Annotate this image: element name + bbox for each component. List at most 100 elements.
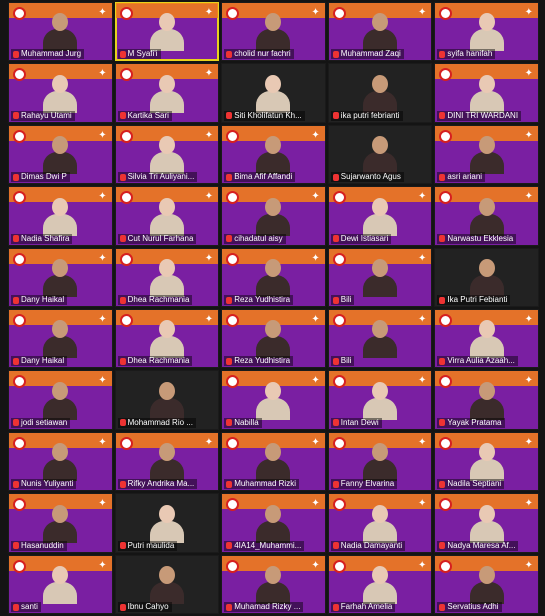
participant-head — [265, 566, 282, 584]
participant-tile[interactable]: ✦ Rahayu Utami — [8, 63, 113, 123]
participant-tile[interactable]: ✦ Muhammad Rizki — [221, 431, 326, 492]
participant-tile[interactable]: ✦ Dany Haikal — [8, 309, 113, 369]
participant-name: santi — [21, 602, 38, 611]
participant-name: Servatius Adhi — [447, 602, 499, 611]
participant-name: Muhammad Jurg — [21, 49, 82, 59]
participant-head — [372, 197, 389, 216]
participant-head — [52, 566, 69, 584]
participant-name: Dany Haikal — [21, 356, 65, 366]
garuda-emblem-icon: ✦ — [98, 375, 107, 387]
participant-name: Nabilla — [234, 417, 259, 427]
participant-tile[interactable]: ✦ Yayak Pratama — [434, 370, 539, 430]
participant-tile[interactable]: ✦ Dhea Rachmania — [114, 247, 220, 307]
participant-name-tag: Rahayu Utami — [11, 110, 75, 121]
participant-head — [478, 13, 495, 32]
participant-name-tag: Bima Afif Affandi — [224, 172, 296, 183]
participant-tile[interactable]: ✦ Nadya Maresa Af... — [434, 493, 539, 553]
participant-tile[interactable]: ✦ Dimas Dwi P — [8, 124, 113, 185]
participant-tile[interactable]: ✦ santi — [8, 554, 113, 614]
participant-tile[interactable]: ✦ Dewi Istiasari — [327, 186, 433, 246]
participant-tile[interactable]: ✦ cholid nur fachri — [221, 2, 326, 62]
participant-video — [256, 320, 291, 359]
participant-tile[interactable]: ✦ M Syafi'i — [114, 2, 220, 62]
participant-tile[interactable]: ✦ 4IA14_Muhammi... — [221, 493, 326, 553]
participant-tile[interactable]: ✦ cihadatul aisy — [221, 186, 326, 246]
participant-tile[interactable]: Ika Putri Febianti — [434, 247, 539, 307]
participant-tile[interactable]: ✦ Intan Dewi — [327, 370, 433, 430]
participant-tile[interactable]: ✦ Kartika Sari — [114, 63, 220, 123]
participant-tile[interactable]: ✦ Bima Afif Affandi — [221, 124, 326, 185]
participant-tile[interactable]: ✦ Nabilla — [221, 370, 326, 430]
participant-tile[interactable]: ✦ Rifky Andrika Ma... — [114, 431, 220, 492]
muted-mic-icon — [13, 296, 19, 304]
participant-tile[interactable]: ✦ Muhammad Jurg — [8, 2, 113, 62]
participant-tile[interactable]: ✦ syifa hanifah — [434, 2, 539, 62]
university-logo-icon — [439, 191, 453, 205]
participant-tile[interactable]: ✦ Nunis Yuliyanti — [8, 431, 113, 492]
participant-tile[interactable]: ✦ asri ariani — [434, 124, 539, 185]
participant-video — [363, 443, 398, 482]
muted-mic-icon — [332, 112, 339, 120]
participant-tile[interactable]: ✦ Fanny Elvarina — [327, 431, 433, 492]
participant-tile[interactable]: ✦ Nadia Damayanti — [327, 493, 433, 553]
participant-tile[interactable]: ✦ Servatius Adhi — [434, 554, 539, 614]
garuda-emblem-icon: ✦ — [204, 314, 214, 325]
participant-tile[interactable]: ✦ DINI TRI WARDANI — [434, 63, 539, 123]
participant-head — [372, 320, 389, 339]
garuda-emblem-icon: ✦ — [204, 7, 214, 18]
participant-name: Fanny Elvarina — [340, 479, 395, 489]
participant-name: Nadia Shafira — [21, 233, 70, 243]
participant-name: Dhea Rachmania — [127, 295, 190, 304]
participant-name: Bili — [340, 356, 352, 366]
participant-tile[interactable]: ✦ Nadila Septiani — [434, 431, 539, 492]
participant-body — [469, 582, 504, 604]
participant-head — [478, 566, 495, 584]
participant-name: M Syafi'i — [127, 49, 158, 59]
participant-video — [469, 566, 504, 604]
participant-tile[interactable]: Mohammad Rio ... — [114, 370, 220, 430]
university-logo-icon — [226, 191, 240, 205]
muted-mic-icon — [119, 357, 126, 365]
participant-tile[interactable]: ika putri febrianti — [327, 63, 433, 123]
participant-tile[interactable]: Sujarwanto Agus — [327, 124, 433, 185]
participant-tile[interactable]: Siti Kholifatun Kh... — [221, 63, 326, 123]
muted-mic-icon — [119, 542, 126, 550]
participant-tile[interactable]: ✦ Hasanuddin — [8, 493, 113, 553]
participant-tile[interactable]: ✦ Silvia Tri Auliyani... — [114, 124, 220, 185]
participant-video — [256, 197, 291, 236]
participant-tile[interactable]: ✦ Bili — [327, 247, 433, 307]
participant-body — [256, 336, 291, 359]
participant-tile[interactable]: ✦ jodi setiawan — [8, 370, 113, 430]
muted-mic-icon — [13, 603, 19, 611]
participant-body — [469, 213, 504, 236]
garuda-emblem-icon: ✦ — [311, 191, 320, 203]
garuda-emblem-icon: ✦ — [418, 498, 427, 510]
participant-name: Nunis Yuliyanti — [21, 479, 74, 489]
participant-body — [43, 29, 78, 52]
participant-tile[interactable]: ✦ Dhea Rachmania — [114, 309, 220, 369]
participant-name: Yayak Pratama — [447, 417, 502, 427]
participant-tile[interactable]: ✦ Reza Yudhistira — [221, 309, 326, 369]
university-logo-icon — [13, 314, 26, 327]
participant-tile[interactable]: ✦ Farhah Amelia — [327, 554, 433, 614]
muted-mic-icon — [332, 542, 339, 550]
participant-tile[interactable]: Putri maulida — [114, 493, 220, 553]
participant-name-tag: Yayak Pratama — [437, 417, 505, 428]
participant-tile[interactable]: ✦ Nadia Shafira — [8, 186, 113, 246]
participant-tile[interactable]: ✦ Narwastu Ekklesia — [434, 186, 539, 246]
participant-tile[interactable]: ✦ Dany Haikal — [8, 247, 113, 307]
participant-tile[interactable]: ✦ Virra Aulia Azaah... — [434, 309, 539, 369]
participant-body — [149, 152, 184, 175]
garuda-emblem-icon: ✦ — [418, 559, 427, 571]
participant-body — [149, 29, 184, 52]
participant-video — [363, 381, 398, 420]
participant-tile[interactable]: ✦ Muhammad Zaqi — [327, 2, 433, 62]
participant-body — [469, 459, 504, 482]
participant-tile[interactable]: ✦ Cut Nurul Farhana — [114, 186, 220, 246]
university-logo-icon — [439, 68, 453, 82]
participant-tile[interactable]: Ibnu Cahyo — [114, 554, 220, 614]
participant-tile[interactable]: ✦ Muhamad Rizky ... — [221, 554, 326, 614]
participant-tile[interactable]: ✦ Bili — [327, 309, 433, 369]
participant-tile[interactable]: ✦ Reza Yudhistira — [221, 247, 326, 307]
university-logo-icon — [439, 498, 453, 512]
